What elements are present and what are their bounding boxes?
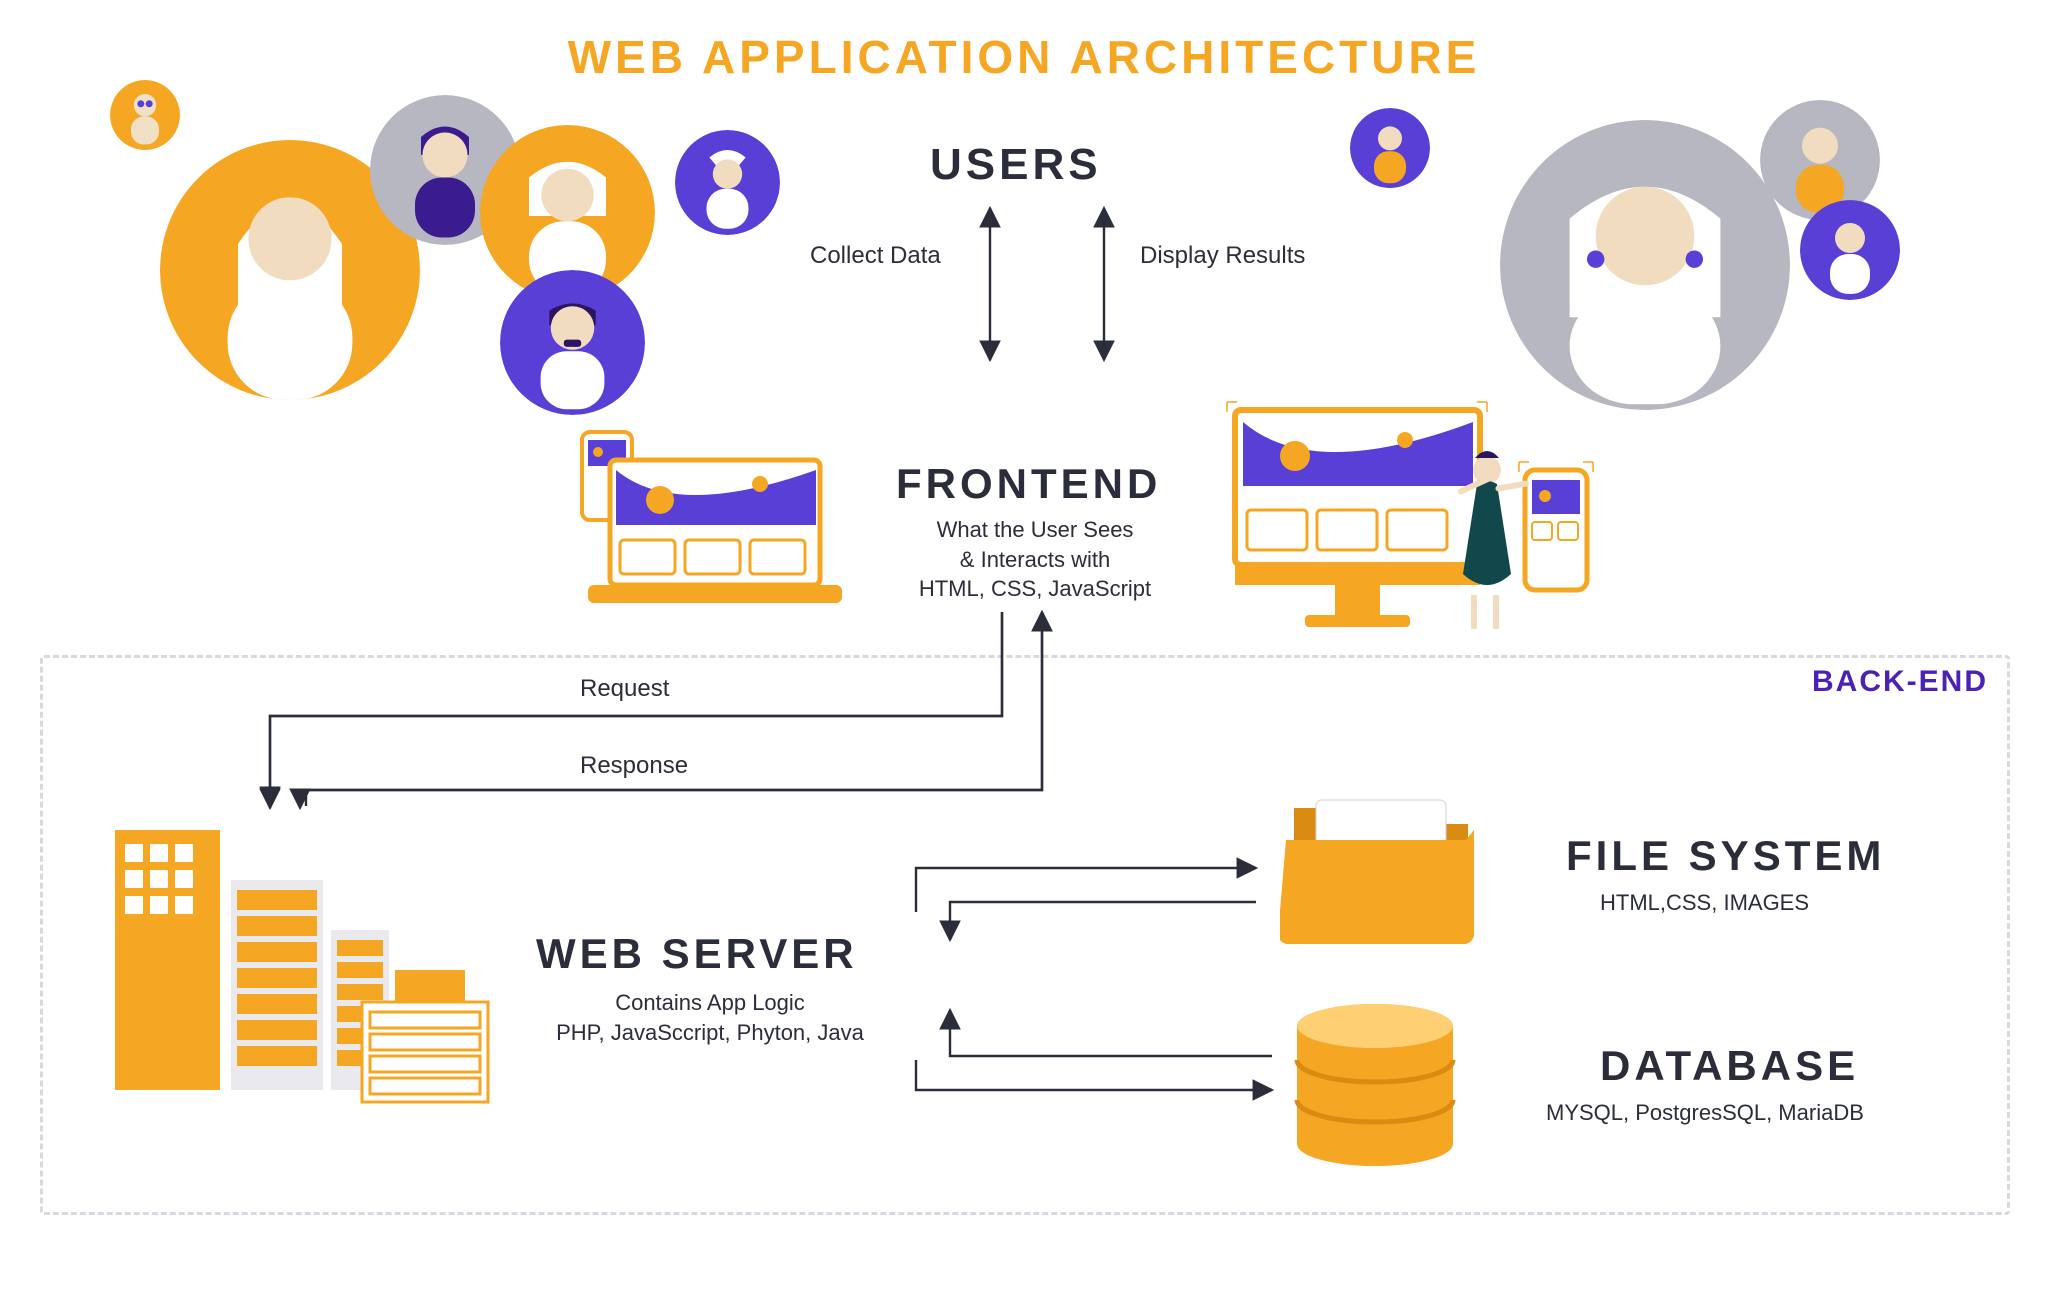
- frontend-sub-line: What the User Sees: [937, 517, 1134, 542]
- backend-label: BACK-END: [1812, 665, 1988, 699]
- display-results-label: Display Results: [1140, 242, 1305, 270]
- avatar-icon: [675, 130, 780, 235]
- avatar-icon: [500, 270, 645, 415]
- filesystem-heading: FILE SYSTEM: [1566, 832, 1885, 880]
- frontend-sub-line: HTML, CSS, JavaScript: [919, 576, 1151, 601]
- request-label: Request: [580, 675, 669, 703]
- database-icon: [1290, 1000, 1460, 1170]
- collect-data-label: Collect Data: [810, 242, 941, 270]
- avatar-icon: [1500, 120, 1790, 410]
- webserver-heading: WEB SERVER: [536, 930, 858, 978]
- filesystem-subtitle: HTML,CSS, IMAGES: [1600, 890, 1809, 916]
- avatar-icon: [110, 80, 180, 150]
- frontend-sub-line: & Interacts with: [960, 547, 1110, 572]
- database-subtitle: MYSQL, PostgresSQL, MariaDB: [1546, 1100, 1864, 1126]
- devices-icon: [570, 430, 850, 620]
- avatar-icon: [1350, 108, 1430, 188]
- frontend-heading: FRONTEND: [896, 460, 1161, 508]
- response-label: Response: [580, 752, 688, 780]
- server-rack-icon: [360, 1000, 490, 1110]
- users-heading: USERS: [930, 140, 1102, 190]
- webserver-subtitle: Contains App Logic PHP, JavaSccript, Phy…: [490, 988, 930, 1047]
- avatar-icon: [1800, 200, 1900, 300]
- webserver-sub-line: PHP, JavaSccript, Phyton, Java: [556, 1020, 864, 1045]
- webserver-sub-line: Contains App Logic: [615, 990, 805, 1015]
- diagram-title: WEB APPLICATION ARCHITECTURE: [0, 30, 2048, 84]
- frontend-subtitle: What the User Sees & Interacts with HTML…: [870, 515, 1200, 604]
- designer-devices-icon: [1225, 400, 1595, 650]
- database-heading: DATABASE: [1600, 1042, 1859, 1090]
- folder-icon: [1280, 780, 1480, 950]
